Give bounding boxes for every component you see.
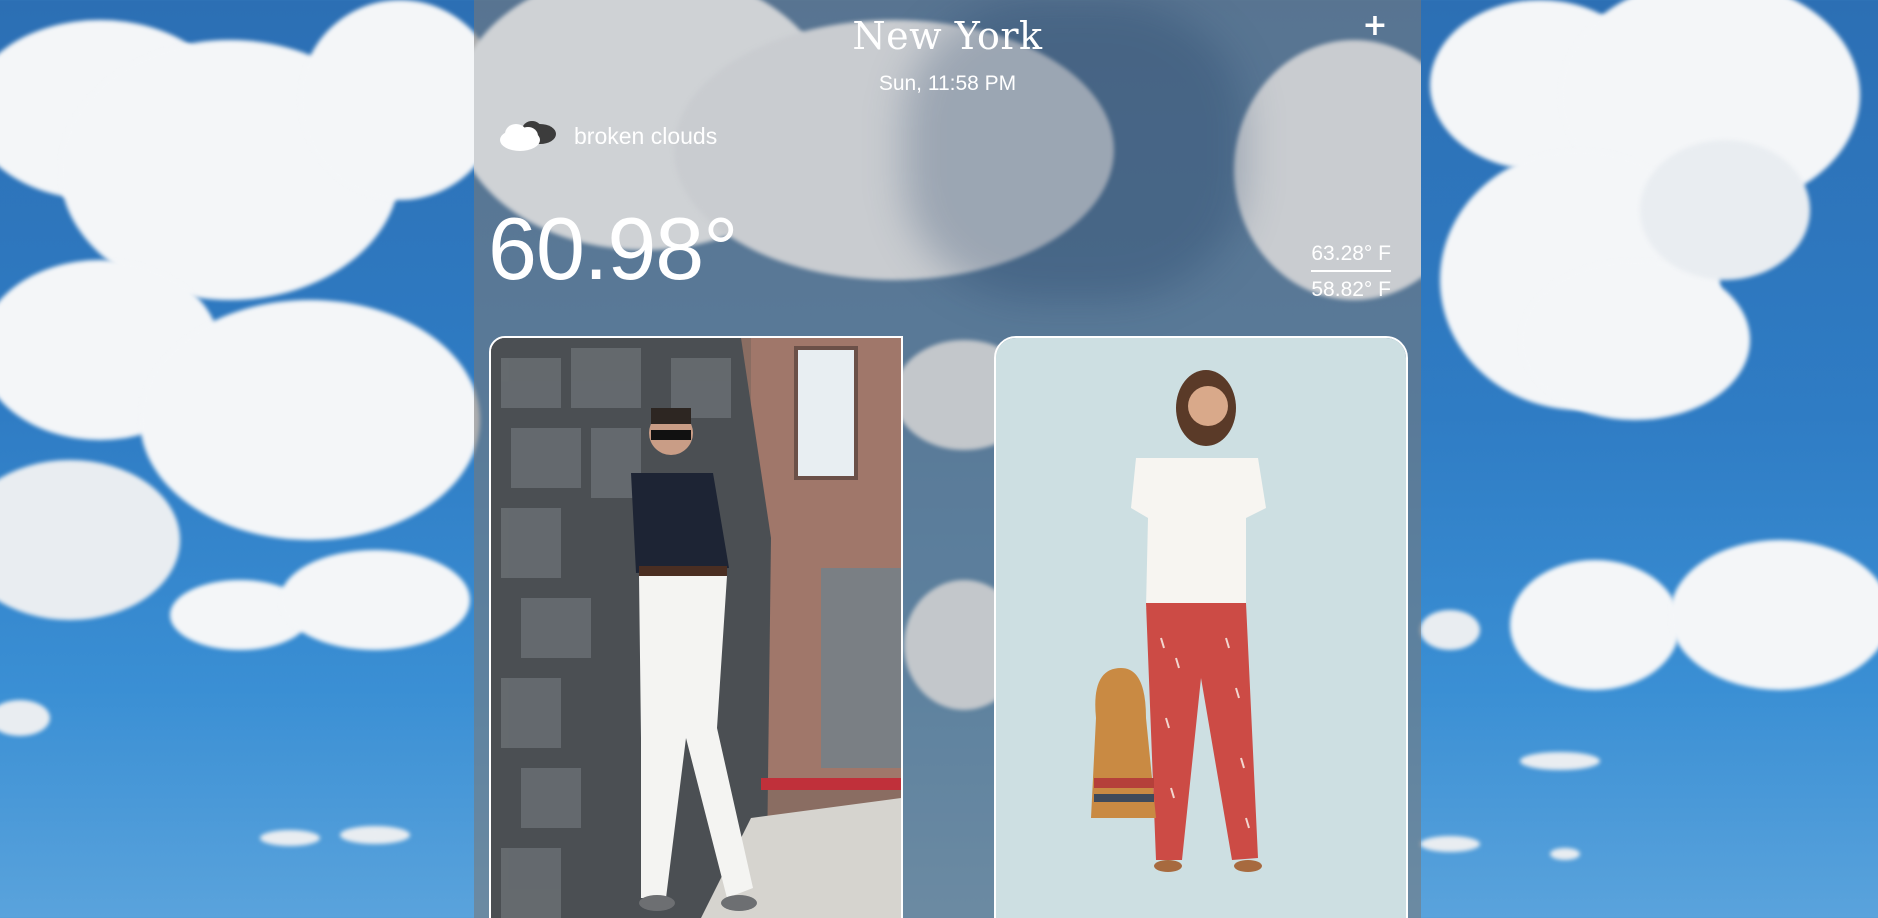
outfit-card-women[interactable] [994,336,1408,918]
add-location-button[interactable]: + [1361,11,1389,41]
city-name: New York [852,14,1043,58]
cloud [1510,560,1680,690]
outfit-photo-men [491,338,901,918]
temperature-range: 63.28° F 58.82° F [1311,242,1391,302]
high-temperature: 63.28° F [1311,242,1391,272]
cloud [260,830,320,846]
weather-description: broken clouds [574,122,718,149]
cloud [280,550,470,650]
cloud [1520,260,1750,420]
cloud [0,460,180,620]
low-temperature: 58.82° F [1311,278,1391,301]
outfit-card-men[interactable] [489,336,903,918]
cloud [340,826,410,844]
cloud [140,300,480,540]
cloud [0,700,50,736]
cloud [1520,752,1600,770]
weather-condition: broken clouds [496,118,717,154]
cloud [300,0,500,200]
cloud [1670,540,1878,690]
cloud [1550,848,1580,860]
broken-clouds-icon [496,118,562,154]
current-temperature: 60.98° [488,199,738,298]
outfit-photo-women [996,338,1406,918]
cloud [1420,610,1480,650]
cloud [1640,140,1810,280]
weather-panel: New York Sun, 11:58 PM + broken clouds 6… [474,0,1421,918]
cloud [1420,836,1480,852]
date-time: Sun, 11:58 PM [878,72,1017,95]
